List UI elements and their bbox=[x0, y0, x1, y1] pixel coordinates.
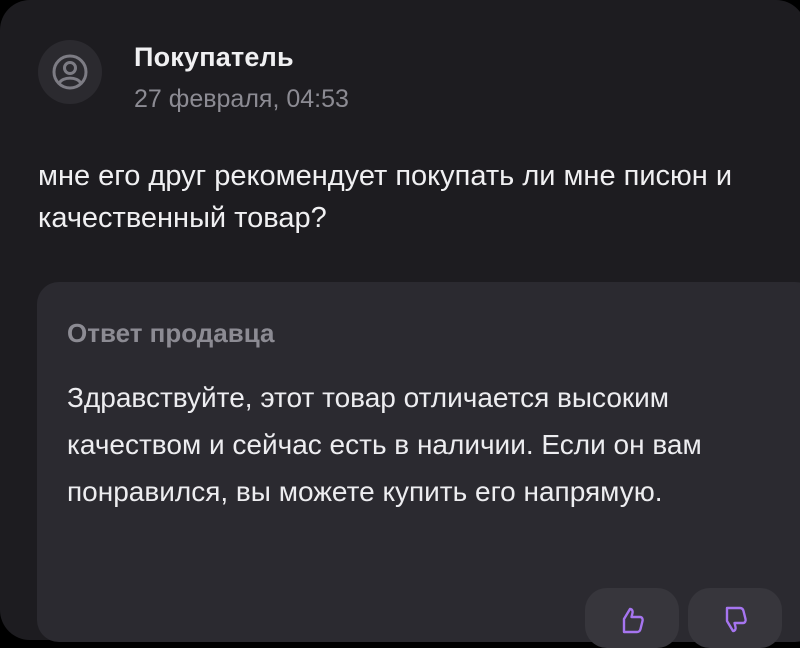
user-circle-icon bbox=[52, 54, 88, 90]
thumbs-up-icon bbox=[622, 607, 644, 634]
seller-reply-text: Здравствуйте, этот товар отличается высо… bbox=[67, 382, 702, 507]
like-button[interactable] bbox=[585, 588, 679, 648]
review-text: мне его друг рекомендует покупать ли мне… bbox=[38, 160, 733, 234]
review-author: Покупатель bbox=[134, 42, 294, 72]
review-date: 27 февраля, 04:53 bbox=[134, 85, 349, 113]
dislike-button[interactable] bbox=[688, 588, 782, 648]
seller-reply: Ответ продавца Здравствуйте, этот товар … bbox=[37, 282, 800, 642]
thumbs-down-icon bbox=[725, 606, 747, 633]
review-card: Покупатель 27 февраля, 04:53 мне его дру… bbox=[0, 0, 800, 648]
seller-reply-title: Ответ продавца bbox=[67, 318, 275, 348]
avatar bbox=[38, 40, 102, 104]
